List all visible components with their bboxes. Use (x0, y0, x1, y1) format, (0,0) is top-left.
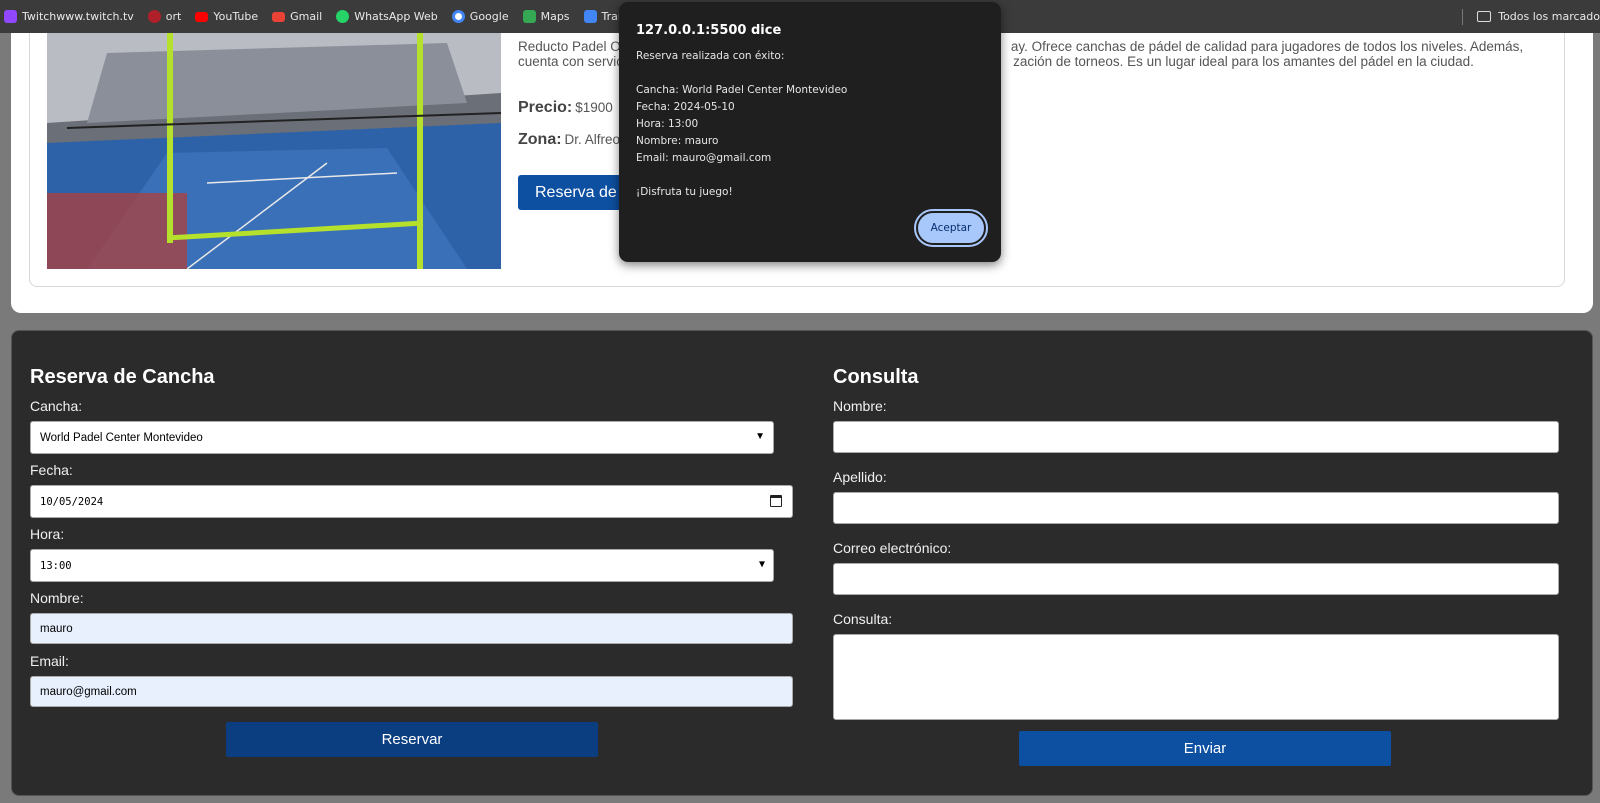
calendar-icon[interactable] (770, 495, 782, 507)
chevron-down-icon: ▼ (758, 559, 765, 570)
bookmark-google[interactable]: Google (451, 10, 509, 23)
contact-lastname-label: Apellido: (833, 469, 887, 485)
maps-icon (522, 10, 536, 23)
twitch-icon (4, 10, 17, 23)
date-label: Fecha: (30, 462, 73, 478)
youtube-icon (195, 11, 209, 22)
reservation-title: Reserva de Cancha (30, 366, 215, 388)
venue-price: Precio: $1900 (518, 99, 613, 116)
name-label: Nombre: (30, 590, 84, 606)
contact-query-label: Consulta: (833, 611, 893, 627)
court-select[interactable]: World Padel Center Montevideo ▼ (30, 421, 774, 454)
contact-email-input[interactable] (833, 563, 1559, 595)
contact-lastname-input[interactable] (833, 492, 1559, 524)
dialog-title: 127.0.0.1:5500 dice (636, 23, 782, 38)
bookmark-maps[interactable]: Maps (522, 10, 570, 23)
gmail-icon (272, 11, 286, 22)
dialog-accept-button[interactable]: Aceptar (914, 209, 988, 247)
forms-panel: Reserva de Cancha Cancha: World Padel Ce… (11, 330, 1593, 796)
time-select[interactable]: 13:00 ▼ (30, 549, 774, 582)
contact-name-label: Nombre: (833, 398, 887, 414)
google-icon (451, 10, 465, 23)
padel-court-image (47, 33, 501, 269)
court-label: Cancha: (30, 398, 83, 414)
chevron-down-icon: ▼ (755, 431, 765, 442)
contact-title: Consulta (833, 366, 919, 388)
date-input[interactable]: 10/05/2024 (30, 485, 793, 518)
bookmark-ort[interactable]: ort (147, 10, 181, 23)
bookmark-whatsapp[interactable]: WhatsApp Web (336, 10, 438, 23)
translate-icon (583, 10, 597, 23)
globe-icon (147, 10, 161, 23)
folder-icon (1477, 11, 1492, 22)
email-label: Email: (30, 653, 69, 669)
reserve-submit-button[interactable]: Reservar (226, 722, 598, 757)
contact-query-textarea[interactable] (833, 634, 1559, 720)
whatsapp-icon (336, 10, 350, 23)
contact-submit-button[interactable]: Enviar (1019, 731, 1391, 766)
venue-zone: Zona: Dr. Alfreo (518, 131, 621, 148)
bookmark-youtube[interactable]: YouTube (195, 10, 258, 23)
contact-name-input[interactable] (833, 421, 1559, 453)
name-input[interactable]: mauro (30, 613, 793, 644)
alert-dialog: 127.0.0.1:5500 dice Reserva realizada co… (619, 2, 1001, 262)
email-input[interactable]: mauro@gmail.com (30, 676, 793, 707)
all-bookmarks-folder[interactable]: Todos los marcado (1498, 10, 1600, 23)
bookmark-gmail[interactable]: Gmail (272, 10, 322, 23)
contact-email-label: Correo electrónico: (833, 540, 952, 556)
dialog-message: Reserva realizada con éxito: Cancha: Wor… (636, 50, 848, 198)
bookmarks-separator (1462, 8, 1464, 25)
time-label: Hora: (30, 526, 65, 542)
bookmark-twitch[interactable]: Twitchwww.twitch.tv (4, 10, 134, 23)
